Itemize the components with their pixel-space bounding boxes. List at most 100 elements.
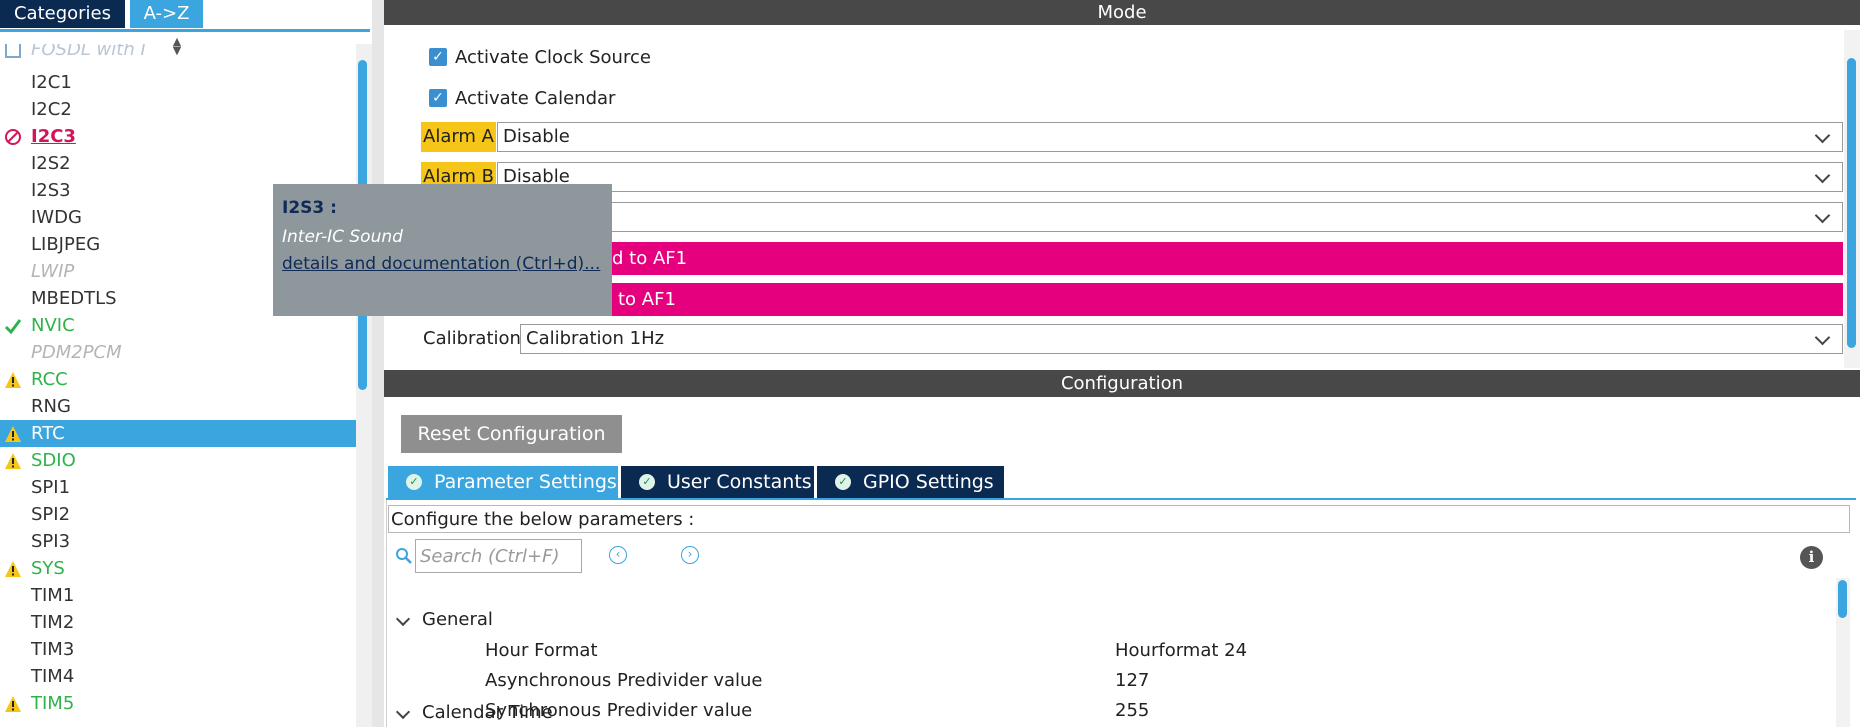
list-item-spi1[interactable]: SPI1	[0, 474, 356, 501]
list-item-label: SPI1	[31, 477, 71, 498]
list-item-rng[interactable]: RNG	[0, 393, 356, 420]
list-item-label: FOSDL with I	[31, 44, 146, 60]
tooltip-description: Inter-IC Sound	[282, 227, 403, 247]
list-item-i2c3[interactable]: I2C3	[0, 123, 356, 150]
list-item-label: I2C2	[31, 99, 72, 120]
pin-mapping-bar-2-text: to AF1	[618, 289, 676, 310]
list-item-label: LWIP	[31, 261, 75, 282]
list-item-label: LIBJPEG	[31, 234, 101, 255]
alarm-a-value: Disable	[503, 126, 570, 147]
list-item-label: NVIC	[31, 315, 75, 336]
warning-icon	[4, 425, 22, 443]
list-item-rtc[interactable]: RTC	[0, 420, 356, 447]
chevron-down-icon	[1814, 167, 1831, 184]
pin-mapping-bar-2[interactable]: to AF1	[421, 283, 1843, 316]
list-item-label: PDM2PCM	[31, 342, 122, 363]
list-item-spi3[interactable]: SPI3	[0, 528, 356, 555]
list-item-i2s2[interactable]: I2S2	[0, 150, 356, 177]
list-item-pdm2pcm[interactable]: PDM2PCM	[0, 339, 356, 366]
param-name: Hour Format	[485, 640, 598, 661]
panel-splitter[interactable]	[372, 0, 384, 727]
alarm-a-select[interactable]: Disable	[497, 122, 1843, 152]
list-item-label: TIM4	[31, 666, 75, 687]
tab-label: Parameter Settings	[434, 471, 617, 493]
list-item-tim1[interactable]: TIM1	[0, 582, 356, 609]
tab-label: User Constants	[667, 471, 812, 493]
check-icon	[4, 317, 22, 335]
list-item-label: RNG	[31, 396, 71, 417]
group-label: Calendar Time	[422, 702, 553, 723]
error-circle-icon	[4, 128, 22, 146]
list-item-label: MBEDTLS	[31, 288, 117, 309]
list-item-tim4[interactable]: TIM4	[0, 663, 356, 690]
configuration-header: Configuration	[384, 370, 1860, 397]
tab-label: GPIO Settings	[863, 471, 994, 493]
list-item-label: TIM5	[31, 693, 75, 714]
search-icon[interactable]	[395, 547, 413, 565]
check-circle-icon: ✓	[639, 474, 655, 490]
list-item-label: RTC	[31, 423, 65, 444]
param-value[interactable]: 127	[1115, 667, 1149, 695]
list-item-spi2[interactable]: SPI2	[0, 501, 356, 528]
alarm-b-select[interactable]: Disable	[497, 162, 1843, 192]
pin-mapping-bar-1[interactable]: d to AF1	[421, 242, 1843, 275]
param-value[interactable]: Hourformat 24	[1115, 637, 1247, 665]
calibration-value: Calibration 1Hz	[526, 328, 665, 349]
chevron-down-icon	[1814, 127, 1831, 144]
tooltip-title: I2S3 :	[282, 198, 337, 218]
list-item-i2c2[interactable]: I2C2	[0, 96, 356, 123]
configuration-scrollbar[interactable]	[1836, 578, 1850, 727]
tooltip-documentation-link[interactable]: details and documentation (Ctrl+d)...	[282, 254, 600, 274]
tab-underline	[0, 29, 370, 32]
list-item-rcc[interactable]: RCC	[0, 366, 356, 393]
list-item-tim2[interactable]: TIM2	[0, 609, 356, 636]
chevron-down-icon	[1814, 207, 1831, 224]
mode-scrollbar[interactable]	[1844, 30, 1860, 368]
list-item-sdio[interactable]: SDIO	[0, 447, 356, 474]
list-item-label: SYS	[31, 558, 65, 579]
tab-categories[interactable]: Categories	[0, 0, 125, 28]
list-item-label: TIM2	[31, 612, 75, 633]
activate-clock-source-label: Activate Clock Source	[455, 47, 651, 68]
list-item-label: I2C3	[31, 126, 76, 147]
configuration-scrollbar-thumb[interactable]	[1838, 580, 1847, 618]
list-item-i2c1[interactable]: I2C1	[0, 69, 356, 96]
reset-configuration-button[interactable]: Reset Configuration	[401, 415, 622, 453]
search-input[interactable]	[415, 539, 582, 573]
sort-arrows-icon[interactable]: ▲ ▼	[170, 36, 184, 57]
param-value[interactable]: 255	[1115, 697, 1149, 725]
search-next-icon[interactable]: ›	[681, 546, 699, 564]
list-item-label: I2S2	[31, 153, 71, 174]
tab-parameter-settings[interactable]: ✓ Parameter Settings	[388, 466, 618, 498]
search-previous-icon[interactable]: ‹	[609, 546, 627, 564]
list-item-sys[interactable]: SYS	[0, 555, 356, 582]
component-list: FOSDL with I I2C1 I2C2 I2C3 I2S2 I2S3 IWDG LIB…	[0, 44, 356, 727]
list-item-label: SDIO	[31, 450, 76, 471]
activate-clock-source-checkbox[interactable]: ✓	[429, 48, 447, 66]
list-item-tim5[interactable]: TIM5	[0, 690, 356, 717]
alarm-a-label: Alarm A	[421, 122, 496, 152]
list-item-label: I2S3	[31, 180, 71, 201]
activate-calendar-label: Activate Calendar	[455, 88, 616, 109]
list-item-tim3[interactable]: TIM3	[0, 636, 356, 663]
list-item-nvic[interactable]: NVIC	[0, 312, 356, 339]
list-item-label: TIM3	[31, 639, 75, 660]
check-circle-icon: ✓	[406, 474, 422, 490]
list-item-label: SPI3	[31, 531, 71, 552]
wakeup-select[interactable]	[497, 202, 1843, 232]
activate-calendar-checkbox[interactable]: ✓	[429, 89, 447, 107]
list-item-label: I2C1	[31, 72, 72, 93]
tab-user-constants[interactable]: ✓ User Constants	[621, 466, 814, 498]
param-name: Asynchronous Predivider value	[485, 670, 763, 691]
list-item-label: TIM1	[31, 585, 75, 606]
mode-scrollbar-thumb[interactable]	[1847, 58, 1856, 348]
partial-item-icon	[4, 44, 22, 59]
configure-parameters-label: Configure the below parameters :	[388, 505, 1850, 533]
tab-gpio-settings[interactable]: ✓ GPIO Settings	[817, 466, 1004, 498]
chevron-down-icon	[1814, 329, 1831, 346]
list-item-label: IWDG	[31, 207, 82, 228]
group-label: General	[422, 609, 493, 630]
tab-a-to-z[interactable]: A->Z	[130, 0, 203, 28]
calibration-select[interactable]: Calibration 1Hz	[520, 324, 1843, 354]
info-icon[interactable]: i	[1800, 546, 1823, 569]
